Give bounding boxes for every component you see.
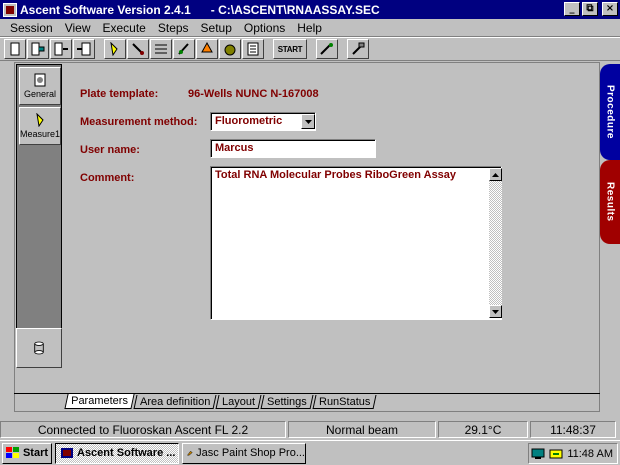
status-temperature: 29.1°C — [438, 421, 528, 438]
app-icon[interactable] — [3, 2, 17, 17]
tab-runstatus-label: RunStatus — [319, 395, 371, 408]
general-step-icon — [34, 73, 46, 87]
scroll-up-button[interactable] — [489, 168, 502, 181]
results-side-tab[interactable]: Results — [600, 160, 620, 244]
task-ascent-label: Ascent Software ... — [77, 447, 176, 459]
menu-setup[interactable]: Setup — [195, 21, 238, 35]
tab-strip: Parameters Area definition Layout Settin… — [64, 393, 377, 409]
new-session-icon[interactable] — [4, 39, 26, 59]
step-incubate-icon[interactable] — [173, 39, 195, 59]
menu-bar: Session View Execute Steps Setup Options… — [0, 19, 620, 37]
tab-runstatus[interactable]: RunStatus — [312, 395, 377, 409]
task-paint-shop-pro[interactable]: Jasc Paint Shop Pro... — [182, 442, 306, 464]
tab-area-definition-label: Area definition — [139, 395, 211, 408]
comment-label: Comment: — [80, 172, 135, 184]
cylinder-icon — [34, 341, 44, 355]
tool-hammer-icon[interactable] — [347, 39, 369, 59]
parameters-panel: Plate template: 96-Wells NUNC N-167008 M… — [62, 64, 598, 390]
menu-steps[interactable]: Steps — [152, 21, 195, 35]
measure-step-icon — [36, 113, 44, 127]
menu-view[interactable]: View — [59, 21, 97, 35]
tab-parameters[interactable]: Parameters — [64, 394, 135, 409]
ascent-app-icon — [61, 448, 73, 458]
step-shake-icon[interactable] — [150, 39, 172, 59]
open-session-icon[interactable] — [27, 39, 49, 59]
procedure-side-tab[interactable]: Procedure — [600, 64, 620, 160]
nav-item-measure1[interactable]: Measure1 — [19, 107, 61, 145]
comment-textarea[interactable]: Total RNA Molecular Probes RiboGreen Ass… — [210, 166, 502, 320]
results-tab-label: Results — [604, 182, 616, 222]
step-measure-icon[interactable] — [196, 39, 218, 59]
scroll-down-button[interactable] — [489, 305, 502, 318]
comment-value: Total RNA Molecular Probes RiboGreen Ass… — [215, 169, 457, 181]
tab-layout[interactable]: Layout — [215, 395, 262, 409]
menu-execute[interactable]: Execute — [97, 21, 152, 35]
network-tray-icon[interactable] — [549, 448, 563, 460]
status-time: 11:48:37 — [530, 421, 616, 438]
minimize-button[interactable]: _ — [564, 2, 580, 16]
step-navigator: General Measure1 — [16, 64, 62, 368]
step-dispense-icon[interactable] — [127, 39, 149, 59]
tray-clock: 11:48 AM — [567, 447, 613, 460]
step-pipette-icon[interactable] — [104, 39, 126, 59]
measurement-method-label: Measurement method: — [80, 116, 198, 128]
restore-button[interactable]: ⧉ — [582, 2, 598, 16]
tab-parameters-label: Parameters — [71, 395, 128, 407]
system-tray: 11:48 AM — [528, 443, 618, 464]
method-dropdown-button[interactable] — [301, 114, 315, 129]
start-run-button[interactable]: START — [273, 39, 307, 59]
windows-logo-icon — [5, 447, 19, 458]
nav-measure1-label: Measure1 — [19, 129, 61, 139]
user-name-label: User name: — [80, 144, 140, 156]
tab-area-definition[interactable]: Area definition — [133, 395, 217, 409]
monitor-tray-icon[interactable] — [531, 448, 545, 460]
user-name-field[interactable]: Marcus — [210, 139, 376, 158]
paint-shop-pro-icon — [187, 450, 193, 456]
measurement-method-value: Fluorometric — [215, 115, 283, 127]
plate-icon[interactable] — [242, 39, 264, 59]
save-session-icon[interactable] — [50, 39, 72, 59]
chevron-down-icon — [304, 119, 312, 124]
close-button[interactable]: × — [602, 2, 618, 16]
procedure-tab-label: Procedure — [604, 85, 616, 139]
main-window: Ascent Software Version 2.4.1 - C:\ASCEN… — [0, 0, 620, 440]
start-label: Start — [22, 447, 49, 459]
status-connection: Connected to Fluoroskan Ascent FL 2.2 — [0, 421, 286, 438]
comment-scrollbar[interactable] — [489, 168, 502, 318]
window-title: Ascent Software Version 2.4.1 - C:\ASCEN… — [20, 2, 380, 17]
status-bar: Connected to Fluoroskan Ascent FL 2.2 No… — [0, 420, 620, 439]
arrow-up-icon — [492, 172, 499, 177]
nav-item-general[interactable]: General — [19, 67, 61, 105]
menu-session[interactable]: Session — [4, 21, 59, 35]
status-beam: Normal beam — [288, 421, 436, 438]
step-kinetic-icon[interactable] — [219, 39, 241, 59]
nav-bottom-button[interactable] — [16, 328, 62, 368]
toolbar: START — [0, 37, 620, 61]
tab-settings[interactable]: Settings — [260, 395, 314, 409]
start-button[interactable]: Start — [2, 442, 52, 464]
task-psp-label: Jasc Paint Shop Pro... — [196, 447, 305, 459]
plate-template-label: Plate template: — [80, 88, 159, 100]
task-ascent-software[interactable]: Ascent Software ... — [55, 442, 179, 464]
user-name-value: Marcus — [215, 142, 254, 154]
arrow-down-icon — [492, 309, 499, 314]
tab-settings-label: Settings — [267, 395, 308, 408]
nav-general-label: General — [23, 89, 57, 99]
tool-wrench-icon[interactable] — [316, 39, 338, 59]
menu-help[interactable]: Help — [291, 21, 328, 35]
title-bar[interactable]: Ascent Software Version 2.4.1 - C:\ASCEN… — [0, 0, 620, 19]
menu-options[interactable]: Options — [238, 21, 291, 35]
tab-layout-label: Layout — [222, 395, 256, 408]
plate-template-value: 96-Wells NUNC N-167008 — [188, 88, 319, 100]
taskbar: Start Ascent Software ... Jasc Paint Sho… — [0, 440, 620, 465]
print-icon[interactable] — [73, 39, 95, 59]
